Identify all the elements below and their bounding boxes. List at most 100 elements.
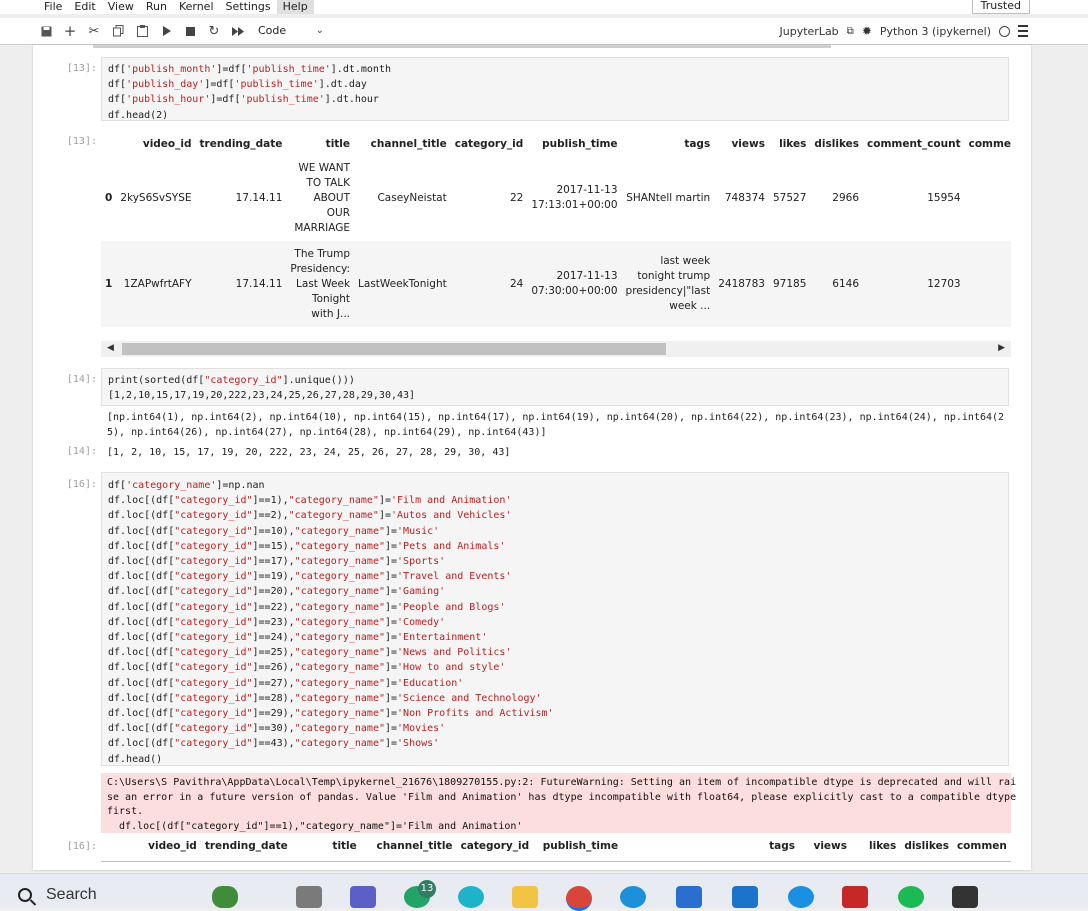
menu-kernel[interactable]: Kernel [173, 0, 220, 14]
kernel-status-icon [999, 25, 1010, 37]
column-header [101, 133, 116, 155]
stderr-line: se an error in a future version of panda… [107, 791, 1017, 803]
canva-icon[interactable] [458, 886, 484, 908]
folder-icon[interactable] [512, 886, 538, 908]
cell-16-input[interactable]: df['category_name']=np.nan df.loc[(df["c… [101, 472, 1009, 766]
cell-14-input[interactable]: print(sorted(df["category_id"].unique())… [101, 368, 1009, 406]
code-line: df['publish_day']=df['publish_time'].dt.… [108, 79, 367, 91]
store-icon[interactable] [676, 886, 702, 908]
cell-type-select[interactable]: Code ⌄ [258, 22, 326, 40]
gear-icon[interactable]: ✹ [862, 24, 872, 38]
cell-type-value: Code [258, 24, 287, 37]
notebook-panel: [13]: df['publish_month']=df['publish_ti… [33, 45, 1031, 870]
edge-icon[interactable] [620, 886, 646, 908]
scrollbar-thumb[interactable] [122, 343, 666, 355]
menu-help[interactable]: Help [276, 0, 314, 14]
column-header: likes [869, 840, 897, 852]
menu-icon[interactable] [1018, 25, 1028, 37]
column-header: title [332, 840, 357, 852]
table-cell: 12703 [927, 278, 961, 290]
code-line: df.head() [108, 753, 163, 765]
fast-forward-icon[interactable] [230, 23, 246, 39]
search-label: Search [46, 886, 97, 903]
table-cell: 22 [509, 192, 524, 204]
stderr-line: first. [107, 806, 144, 817]
cell-13-out-prompt: [13]: [66, 136, 97, 147]
code-line: df.loc[(df["category_id"]==23),"category… [108, 616, 446, 628]
menu-bar: File Edit View Run Kernel Settings Help … [0, 0, 1088, 14]
code-line: df.loc[(df["category_id"]==19),"category… [108, 571, 512, 583]
code-line: df.loc[(df["category_id"]==27),"category… [108, 677, 464, 689]
teams-icon[interactable] [350, 886, 376, 908]
copilot-icon[interactable] [788, 886, 814, 908]
table-cell: 24 [509, 278, 524, 290]
cell-14-prompt: [14]: [66, 374, 97, 385]
column-header: dislikes [814, 138, 860, 150]
run-icon[interactable] [158, 23, 174, 39]
column-header: trending_date [199, 138, 283, 150]
code-line: df.loc[(df["category_id"]==10),"category… [108, 525, 440, 537]
cell-13-input[interactable]: df['publish_month']=df['publish_time'].d… [101, 57, 1009, 121]
cell-13-prompt: [13]: [66, 63, 97, 74]
horizontal-scrollbar[interactable]: ◀ ▶ [101, 341, 1011, 357]
column-header: commen [956, 840, 1007, 852]
jupyterlab-link[interactable]: JupyterLab [780, 25, 839, 38]
dataframe-table: video_id trending_date title channel_tit… [101, 835, 1011, 857]
code-line: df.loc[(df["category_id"]==25),"category… [108, 647, 512, 659]
column-header: channel_title [370, 138, 447, 150]
terminal-icon[interactable] [952, 886, 978, 908]
column-header: tags [769, 840, 795, 852]
code-line: print(sorted(df["category_id"].unique())… [108, 375, 355, 386]
table-cell: False [965, 241, 1011, 327]
restart-icon[interactable]: ↻ [206, 23, 222, 39]
cell-16-stderr: C:\Users\S Pavithra\AppData\Local\Temp\i… [101, 773, 1016, 833]
chrome-icon[interactable] [566, 886, 592, 911]
stdout-line: [np.int64(1), np.int64(2), np.int64(10),… [107, 412, 1005, 423]
menu-edit[interactable]: Edit [68, 0, 101, 14]
cut-icon[interactable]: ✂ [86, 23, 102, 39]
broccoli-icon[interactable] [212, 886, 238, 908]
table-cell: CaseyNeistat [377, 192, 447, 204]
column-header: publish_time [542, 138, 618, 150]
code-line: df.head(2) [108, 109, 169, 121]
mcafee-icon[interactable] [842, 886, 868, 908]
stop-icon[interactable] [182, 23, 198, 39]
menu-view[interactable]: View [102, 0, 140, 14]
column-header: publish_time [542, 840, 619, 852]
column-header: views [731, 138, 765, 150]
menu-file[interactable]: File [0, 0, 68, 14]
cell-16-dataframe: video_id trending_date title channel_tit… [101, 835, 1011, 862]
copy-icon[interactable] [110, 23, 126, 39]
add-cell-icon[interactable]: + [62, 22, 78, 40]
table-cell: 2418783 [718, 278, 765, 290]
spotify-icon[interactable] [898, 886, 924, 908]
menu-run[interactable]: Run [140, 0, 173, 14]
myhp-icon[interactable] [732, 886, 758, 908]
menu-settings[interactable]: Settings [220, 0, 277, 14]
column-header: trending_date [204, 840, 288, 852]
code-line: df.loc[(df["category_id"]==24),"category… [108, 632, 488, 644]
external-link-icon[interactable]: ⧉ [847, 26, 854, 37]
scroll-right-icon[interactable]: ▶ [998, 343, 1005, 353]
column-header: likes [779, 138, 807, 150]
column-header: comments_disabled [968, 138, 1011, 150]
save-icon[interactable] [38, 23, 54, 39]
table-cell: 2kyS6SvSYSE [120, 192, 192, 204]
taskbar-search[interactable]: Search [0, 882, 200, 908]
code-line: df.loc[(df["category_id"]==20),"category… [108, 586, 446, 598]
table-cell: False [965, 155, 1011, 241]
column-header: channel_title [376, 840, 453, 852]
trusted-indicator[interactable]: Trusted [971, 0, 1030, 14]
table-cell: 17.14.11 [235, 192, 283, 204]
dataframe-table: video_id trending_date title channel_tit… [101, 133, 1011, 327]
file-explorer-window-icon[interactable] [296, 886, 322, 908]
chevron-down-icon: ⌄ [315, 25, 324, 36]
prev-output-scrollbar[interactable] [93, 45, 831, 48]
search-icon [18, 888, 32, 902]
scroll-left-icon[interactable]: ◀ [107, 343, 114, 353]
kernel-name[interactable]: Python 3 (ipykernel) [880, 25, 991, 38]
column-header: comment_count [867, 138, 961, 150]
table-cell: WE WANT TO TALK ABOUT OUR MARRIAGE [294, 161, 351, 234]
notebook-toolbar: + ✂ ↻ Code ⌄ JupyterLab ⧉ ✹ Python 3 (ip… [0, 18, 1088, 45]
paste-icon[interactable] [134, 23, 150, 39]
